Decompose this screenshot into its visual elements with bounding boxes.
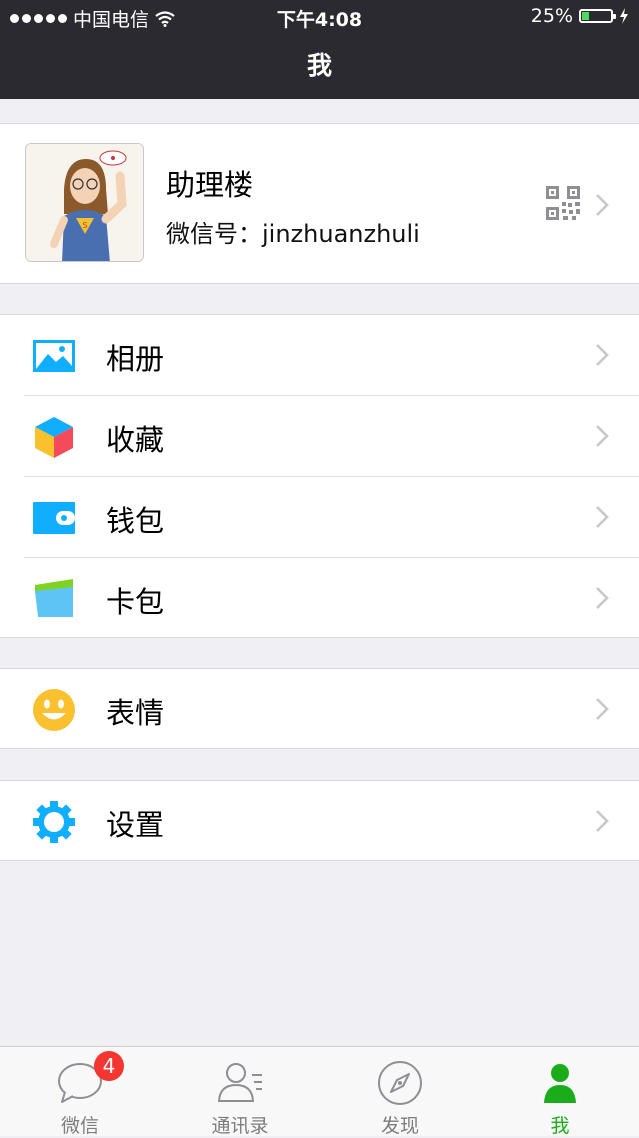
charging-icon — [620, 8, 628, 24]
tab-chats[interactable]: 4 微信 — [0, 1047, 160, 1137]
page-title: 我 — [306, 51, 332, 80]
tab-contacts[interactable]: 通讯录 — [160, 1047, 320, 1137]
chevron-right-icon — [596, 425, 609, 447]
wechat-id: 微信号：jinzhuanzhuli — [166, 220, 420, 248]
settings-icon — [33, 801, 75, 843]
menu-item-settings[interactable]: 设置 — [0, 781, 639, 861]
battery-area: 25% — [531, 5, 629, 27]
menu-item-wallet[interactable]: 钱包 — [0, 477, 639, 557]
compass-icon — [378, 1061, 422, 1105]
battery-percent: 25% — [530, 5, 573, 27]
chevron-right-icon — [596, 506, 609, 528]
qr-code-icon[interactable] — [546, 186, 580, 220]
album-icon — [33, 340, 75, 372]
battery-icon — [579, 9, 616, 23]
tab-label: 发现 — [380, 1115, 419, 1137]
avatar-image: S — [26, 144, 143, 261]
profile-card[interactable]: S 助理楼 微信号：jinzhuanzhuli — [0, 123, 639, 284]
menu-group-2: 表情 — [0, 668, 639, 749]
me-icon — [544, 1064, 576, 1103]
menu-item-label: 设置 — [106, 808, 165, 842]
menu-item-label: 表情 — [106, 696, 165, 730]
tab-label: 我 — [550, 1115, 570, 1137]
top-bar: 中国电信 下午4:08 25% 我 — [0, 0, 639, 99]
tab-bar: 4 微信 通讯录 发现 我 — [0, 1046, 639, 1137]
profile-name: 助理楼 — [166, 168, 254, 202]
menu-group-3: 设置 — [0, 780, 639, 861]
favorites-icon — [35, 417, 73, 458]
menu-item-label: 卡包 — [106, 585, 165, 619]
menu-item-label: 相册 — [106, 342, 165, 376]
menu-item-label: 收藏 — [106, 423, 165, 457]
chevron-right-icon — [596, 587, 609, 609]
menu-group-1: 相册 收藏 钱包 卡包 — [0, 314, 639, 638]
menu-item-card-wallet[interactable]: 卡包 — [0, 558, 639, 638]
tab-me[interactable]: 我 — [480, 1047, 639, 1137]
chevron-right-icon — [596, 810, 609, 832]
menu-item-album[interactable]: 相册 — [0, 315, 639, 395]
menu-item-stickers[interactable]: 表情 — [0, 669, 639, 749]
status-bar: 中国电信 下午4:08 25% — [0, 0, 639, 34]
chevron-right-icon — [596, 194, 609, 216]
contacts-icon — [217, 1063, 262, 1102]
sticker-icon — [33, 689, 75, 731]
card-wallet-icon — [35, 579, 73, 617]
chevron-right-icon — [596, 344, 609, 366]
unread-badge: 4 — [94, 1051, 124, 1081]
tab-label: 通讯录 — [211, 1115, 269, 1137]
wallet-icon — [33, 502, 75, 534]
avatar[interactable]: S — [25, 143, 144, 262]
tab-discover[interactable]: 发现 — [320, 1047, 480, 1137]
menu-item-favorites[interactable]: 收藏 — [0, 396, 639, 476]
tab-label: 微信 — [60, 1115, 99, 1137]
menu-item-label: 钱包 — [106, 504, 165, 538]
svg-text:S: S — [82, 221, 87, 230]
chevron-right-icon — [596, 698, 609, 720]
